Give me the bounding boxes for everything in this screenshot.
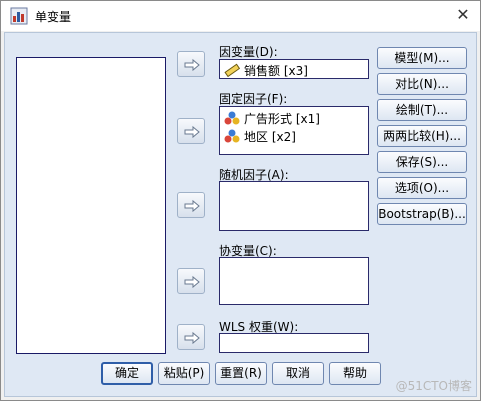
wls-weight-box[interactable] xyxy=(219,333,369,353)
close-icon: ✕ xyxy=(456,5,470,24)
right-arrow-icon xyxy=(184,125,200,139)
move-to-fixed-factor-button[interactable] xyxy=(177,118,205,144)
reset-button[interactable]: 重置(R) xyxy=(215,362,267,385)
paste-button[interactable]: 粘贴(P) xyxy=(158,362,210,385)
source-variable-list[interactable] xyxy=(16,57,166,354)
options-button[interactable]: 选项(O)... xyxy=(377,177,467,199)
nominal-variable-icon xyxy=(224,129,240,143)
univariate-dialog: 单变量 ✕ 因变量(D): 销售额 [x3] 固定因子(F): 广告形式 [x1… xyxy=(0,0,481,401)
right-arrow-icon xyxy=(184,331,200,345)
right-arrow-icon xyxy=(184,275,200,289)
move-to-wls-weight-button[interactable] xyxy=(177,324,205,350)
close-button[interactable]: ✕ xyxy=(450,3,476,27)
window-title: 单变量 xyxy=(35,10,72,24)
ok-button[interactable]: 确定 xyxy=(101,362,153,385)
fixed-factor-box[interactable]: 广告形式 [x1] 地区 [x2] xyxy=(219,106,369,155)
dependent-variable-box[interactable]: 销售额 [x3] xyxy=(219,59,369,79)
watermark: @51CTO博客 xyxy=(395,379,472,393)
move-to-random-factor-button[interactable] xyxy=(177,192,205,218)
spss-app-icon xyxy=(10,7,28,25)
save-button[interactable]: 保存(S)... xyxy=(377,151,467,173)
post-hoc-button[interactable]: 两两比较(H)... xyxy=(377,125,467,147)
move-to-covariate-button[interactable] xyxy=(177,268,205,294)
move-to-dependent-button[interactable] xyxy=(177,51,205,77)
model-button[interactable]: 模型(M)... xyxy=(377,47,467,69)
help-button[interactable]: 帮助 xyxy=(329,362,381,385)
random-factor-box[interactable] xyxy=(219,181,369,231)
right-arrow-icon xyxy=(184,199,200,213)
covariate-box[interactable] xyxy=(219,257,369,305)
plots-button[interactable]: 绘制(T)... xyxy=(377,99,467,121)
contrasts-button[interactable]: 对比(N)... xyxy=(377,73,467,95)
cancel-button[interactable]: 取消 xyxy=(272,362,324,385)
bootstrap-button[interactable]: Bootstrap(B)... xyxy=(377,203,467,225)
dependent-variable-label: 因变量(D): xyxy=(219,45,278,59)
ruler-scale-icon xyxy=(224,63,240,77)
nominal-variable-icon xyxy=(224,111,240,125)
title-bar: 单变量 ✕ xyxy=(1,1,480,31)
right-arrow-icon xyxy=(184,58,200,72)
fixed-factor-label: 固定因子(F): xyxy=(219,92,288,106)
